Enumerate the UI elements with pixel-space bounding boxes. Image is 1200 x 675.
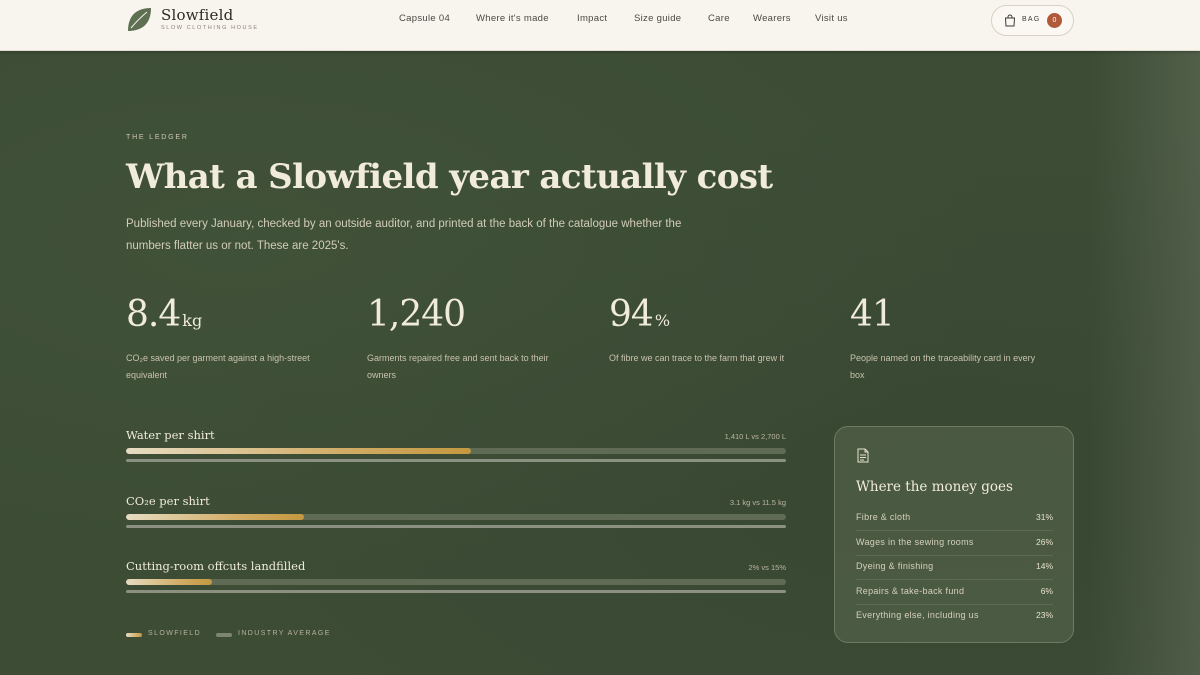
row-divider: [856, 555, 1053, 556]
shopping-bag-icon: [1004, 14, 1016, 27]
comparison-values: 1,410 L vs 2,700 L: [724, 432, 786, 441]
stat-unit: kg: [182, 311, 203, 330]
legend-swatch: [126, 633, 142, 637]
card-title: Where the money goes: [856, 479, 1013, 495]
stat-value: 1,240: [367, 294, 466, 335]
nav-impact[interactable]: Impact: [577, 13, 607, 24]
section-eyebrow: THE LEDGER: [126, 134, 189, 141]
stat-traceable-fibre: 94% Of fibre we can trace to the farm th…: [609, 292, 809, 367]
nav-care[interactable]: Care: [708, 13, 730, 24]
stat-value: 41: [850, 294, 895, 335]
money-row: Dyeing & finishing 14%: [856, 561, 1053, 585]
comparison-track: [126, 579, 786, 585]
money-row: Fibre & cloth 31%: [856, 512, 1053, 536]
bag-button[interactable]: BAG 0: [991, 5, 1074, 36]
document-icon: [857, 448, 869, 463]
stat-value: 94%: [609, 294, 671, 335]
comparison-track: [126, 514, 786, 520]
stat-description: People named on the traceability card in…: [850, 353, 1036, 380]
nav-visit-us[interactable]: Visit us: [815, 13, 848, 24]
row-divider: [856, 530, 1053, 531]
intro-paragraph: Published every January, checked by an o…: [126, 218, 682, 252]
slowfield-bar: [126, 448, 471, 454]
money-percent: 14%: [1035, 561, 1053, 571]
money-percent: 6%: [1040, 586, 1053, 596]
legend-swatch: [216, 633, 232, 637]
money-row: Repairs & take-back fund 6%: [856, 586, 1053, 610]
comparison-track: [126, 448, 786, 454]
comparison-label: CO₂e per shirt: [126, 494, 210, 508]
money-label: Everything else, including us: [856, 610, 979, 620]
page-title: What a Slowfield year actually cost: [126, 157, 773, 197]
money-breakdown-card: Where the money goes Fibre & cloth 31% W…: [834, 426, 1074, 643]
industry-bar: [126, 525, 786, 528]
money-row: Wages in the sewing rooms 26%: [856, 537, 1053, 561]
legend-label: SLOWFIELD: [148, 630, 202, 637]
stat-description: Of fibre we can trace to the farm that g…: [609, 353, 785, 363]
site-header: Slowfield Slow clothing house Capsule 04…: [0, 0, 1200, 51]
edge-fade: [1090, 0, 1200, 675]
money-row: Everything else, including us 23%: [856, 610, 1053, 634]
comparison-values: 3.1 kg vs 11.5 kg: [729, 498, 786, 507]
money-label: Wages in the sewing rooms: [856, 537, 974, 547]
stat-value: 8.4 kg: [126, 294, 203, 335]
nav-capsule-04[interactable]: Capsule 04: [399, 13, 450, 24]
stat-garments-repaired: 1,240 Garments repaired free and sent ba…: [367, 292, 567, 384]
bag-count-badge: 0: [1047, 13, 1062, 28]
nav-size-guide[interactable]: Size guide: [634, 13, 681, 24]
money-label: Repairs & take-back fund: [856, 586, 965, 596]
money-percent: 23%: [1035, 610, 1053, 620]
nav-wearers[interactable]: Wearers: [753, 13, 791, 24]
industry-bar: [126, 459, 786, 462]
comparison-label: Water per shirt: [126, 428, 215, 442]
stat-co2-saved: 8.4 kg CO₂e saved per garment against a h…: [126, 292, 326, 384]
stat-people-named: 41 People named on the traceability card…: [850, 292, 1050, 384]
industry-bar: [126, 590, 786, 593]
comparison-values: 2% vs 15%: [748, 563, 786, 572]
row-divider: [856, 604, 1053, 605]
row-divider: [856, 579, 1053, 580]
money-percent: 26%: [1035, 537, 1053, 547]
money-label: Dyeing & finishing: [856, 561, 934, 571]
stat-unit: %: [654, 311, 671, 330]
slowfield-bar: [126, 579, 212, 585]
stat-description: CO₂e saved per garment against a high-st…: [126, 353, 310, 380]
stat-description: Garments repaired free and sent back to …: [367, 353, 549, 380]
comparison-label: Cutting-room offcuts landfilled: [126, 559, 306, 573]
bag-label: BAG: [1022, 16, 1041, 23]
money-percent: 31%: [1035, 512, 1053, 522]
legend-label: INDUSTRY AVERAGE: [238, 630, 331, 637]
slowfield-bar: [126, 514, 305, 520]
money-label: Fibre & cloth: [856, 512, 911, 522]
nav-where-its-made[interactable]: Where it's made: [476, 13, 549, 24]
